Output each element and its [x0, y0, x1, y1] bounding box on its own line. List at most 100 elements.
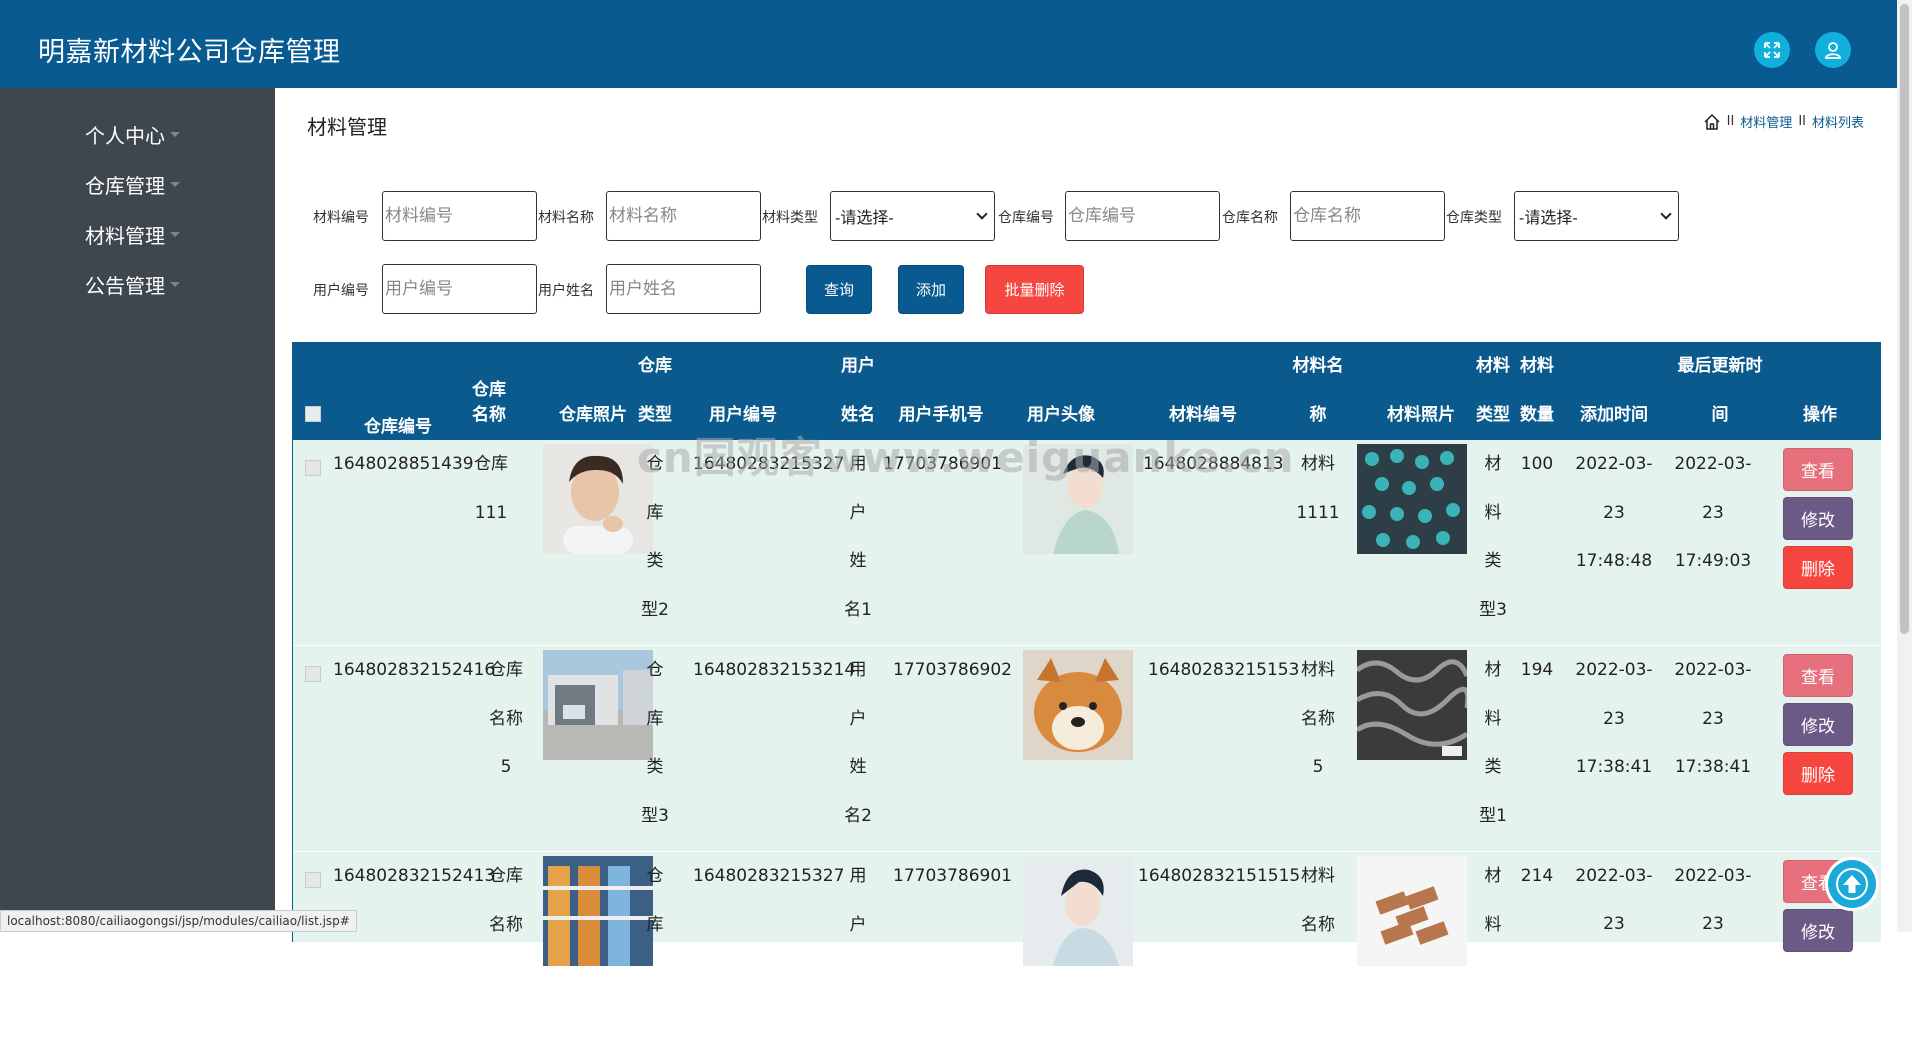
col-user-name-line2: 姓名: [841, 405, 875, 425]
material-photo: [1357, 650, 1467, 760]
home-icon[interactable]: [1703, 113, 1721, 131]
col-user-phone: 用户手机号: [898, 405, 984, 425]
sidebar-item-label: 公告管理: [85, 274, 165, 298]
back-to-top-button[interactable]: [1828, 860, 1876, 908]
cell-updated-time: 17:38:41: [1674, 757, 1752, 777]
caret-down-icon: [170, 232, 180, 237]
cell-updated-time: 17:49:03: [1674, 551, 1752, 571]
sidebar-item-label: 仓库管理: [85, 174, 165, 198]
fullscreen-button[interactable]: [1754, 32, 1790, 68]
cell-warehouse-type: 仓库类型2: [641, 454, 669, 620]
user-name-input[interactable]: [606, 264, 761, 314]
edit-button[interactable]: 修改: [1783, 497, 1853, 540]
edit-button[interactable]: 修改: [1783, 703, 1853, 746]
cell-added-time: 23: [1603, 914, 1625, 934]
row-checkbox[interactable]: [305, 666, 321, 682]
cell-warehouse-name: 仓库名称: [489, 866, 523, 935]
cell-warehouse-no: 1648028851439: [333, 454, 474, 474]
material-type-select[interactable]: -请选择-: [830, 191, 995, 241]
scrollbar-thumb[interactable]: [1900, 4, 1909, 634]
add-button[interactable]: 添加: [898, 265, 964, 314]
delete-button[interactable]: 删除: [1783, 752, 1853, 795]
cell-warehouse-type: 仓库: [646, 866, 664, 935]
row-checkbox[interactable]: [305, 460, 321, 476]
col-quantity-line2: 数量: [1520, 405, 1554, 425]
cell-added-time: 17:48:48: [1575, 551, 1653, 571]
table-row: 164802832152416 仓库名称5 仓库类型3 164802832153…: [293, 646, 1881, 851]
user-no-input[interactable]: [382, 264, 537, 314]
edit-button[interactable]: 修改: [1783, 909, 1853, 952]
col-quantity-line1: 材料: [1520, 356, 1554, 376]
warehouse-photo: [543, 650, 653, 760]
col-warehouse-type-line2: 类型: [638, 405, 672, 425]
sidebar: 个人中心 仓库管理 材料管理 公告管理: [0, 88, 275, 932]
view-button[interactable]: 查看: [1783, 448, 1853, 491]
cell-added-date: 2022-03-23: [1575, 660, 1653, 729]
select-all-checkbox[interactable]: [305, 406, 321, 422]
material-name-input[interactable]: [606, 191, 761, 241]
warehouse-photo: [543, 444, 653, 554]
cell-updated-time: 23: [1702, 914, 1724, 934]
cell-quantity: 214: [1520, 866, 1554, 886]
caret-down-icon: [170, 182, 180, 187]
warehouse-photo: [543, 856, 653, 966]
cell-updated-date: 2022-03-23: [1674, 454, 1752, 523]
search-button[interactable]: 查询: [806, 265, 872, 314]
breadcrumb-separator: II: [1798, 114, 1806, 129]
row-checkbox[interactable]: [305, 872, 321, 888]
page-title: 材料管理: [307, 115, 387, 139]
cell-user-name: 用户: [849, 866, 867, 935]
cell-quantity: 100: [1520, 454, 1554, 474]
cell-material-no: 164802832151515: [1138, 866, 1301, 886]
warehouse-no-input[interactable]: [1065, 191, 1220, 241]
material-photo: [1357, 444, 1467, 554]
breadcrumb-item-material-management[interactable]: 材料管理: [1740, 112, 1792, 131]
user-avatar: [1023, 444, 1133, 554]
col-material-name-line2: 称: [1309, 405, 1327, 425]
user-name-label: 用户姓名: [538, 283, 594, 299]
cell-warehouse-name: 仓库名称5: [489, 660, 523, 777]
user-menu-button[interactable]: [1815, 32, 1851, 68]
material-type-label: 材料类型: [762, 210, 818, 226]
sidebar-item-material-management[interactable]: 材料管理: [85, 220, 180, 249]
delete-button[interactable]: 删除: [1783, 546, 1853, 589]
cell-user-name: 用户姓名2: [844, 660, 872, 826]
arrow-up-icon: [1836, 868, 1868, 900]
col-updated-line1: 最后更新时: [1677, 356, 1763, 376]
col-material-name-line1: 材料名: [1292, 356, 1344, 376]
col-user-avatar: 用户头像: [1027, 405, 1095, 425]
cell-user-no: 16480283215327: [693, 866, 845, 886]
cell-material-name: 材料名称: [1301, 866, 1335, 935]
cell-user-no: 164802832153214: [693, 660, 856, 680]
user-avatar: [1023, 856, 1133, 966]
warehouse-type-label: 仓库类型: [1446, 210, 1502, 226]
user-avatar: [1023, 650, 1133, 760]
warehouse-name-input[interactable]: [1290, 191, 1445, 241]
warehouse-no-label: 仓库编号: [998, 210, 1054, 226]
chevron-down-icon: [976, 208, 988, 220]
materials-table: 仓库编号 仓库 名称 仓库照片 仓库 类型 用户编号 用户 姓名 用户手机号 用…: [292, 342, 1881, 966]
sidebar-item-personal-center[interactable]: 个人中心: [85, 120, 180, 149]
col-actions: 操作: [1803, 405, 1837, 425]
cell-user-no: 16480283215327: [693, 454, 845, 474]
breadcrumb: II 材料管理 II 材料列表: [1703, 112, 1864, 131]
breadcrumb-item-material-list[interactable]: 材料列表: [1812, 112, 1864, 131]
chevron-down-icon: [1660, 208, 1672, 220]
sidebar-item-warehouse-management[interactable]: 仓库管理: [85, 170, 180, 199]
status-bar-url: localhost:8080/cailiaogongsi/jsp/modules…: [0, 910, 357, 932]
cell-material-name: 材料名称5: [1301, 660, 1335, 777]
cell-user-phone: 17703786901: [893, 866, 1012, 886]
caret-down-icon: [170, 282, 180, 287]
breadcrumb-separator: II: [1726, 114, 1735, 129]
col-warehouse-no: 仓库编号: [364, 417, 432, 437]
warehouse-type-select[interactable]: -请选择-: [1514, 191, 1679, 241]
material-no-input[interactable]: [382, 191, 537, 241]
material-no-label: 材料编号: [313, 210, 369, 226]
page-scrollbar[interactable]: [1897, 0, 1912, 932]
view-button[interactable]: 查看: [1783, 654, 1853, 697]
sidebar-item-label: 个人中心: [85, 124, 165, 148]
table-header: 仓库编号 仓库 名称 仓库照片 仓库 类型 用户编号 用户 姓名 用户手机号 用…: [293, 342, 1881, 440]
batch-delete-button[interactable]: 批量删除: [985, 265, 1084, 314]
sidebar-item-notice-management[interactable]: 公告管理: [85, 270, 180, 299]
cell-user-name: 用户姓名1: [844, 454, 872, 620]
